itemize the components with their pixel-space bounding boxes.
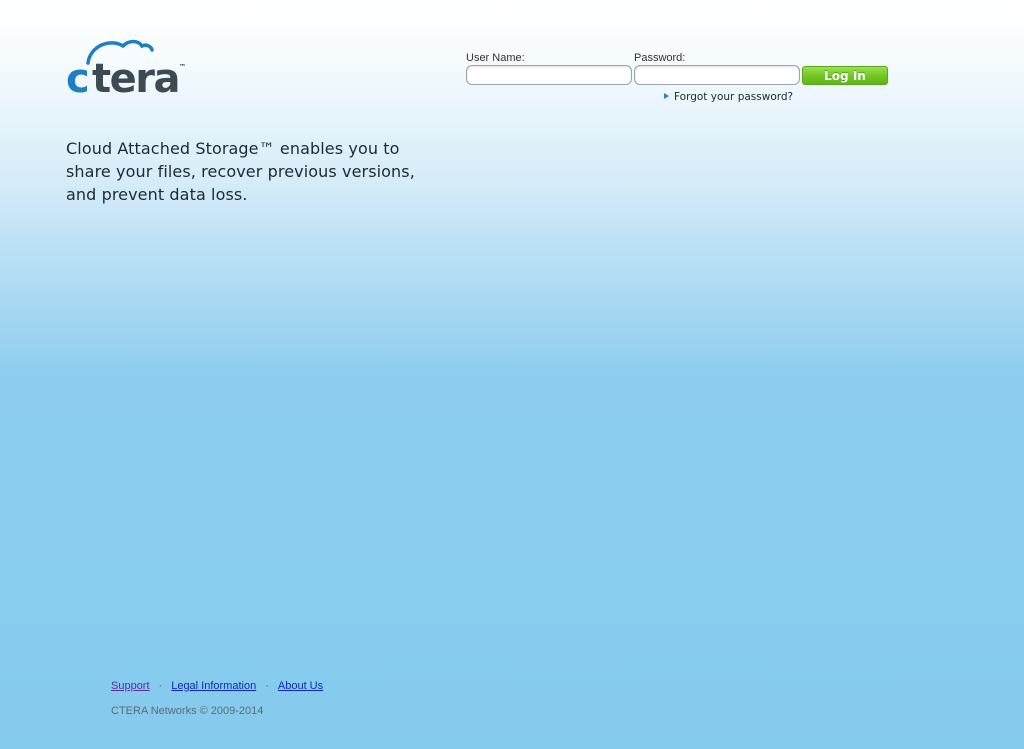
forgot-password-link[interactable]: Forgot your password? (664, 91, 793, 103)
ctera-logo-graphic: c tera ™ (66, 39, 186, 96)
legal-information-link[interactable]: Legal Information (171, 680, 256, 692)
svg-text:™: ™ (179, 63, 186, 71)
ctera-logo: c tera ™ (66, 36, 190, 96)
tagline: Cloud Attached Storage™ enables you to s… (66, 139, 415, 204)
support-link[interactable]: Support (111, 680, 150, 692)
play-arrow-icon (664, 93, 669, 99)
footer: Support · Legal Information · About Us CTERA… (111, 680, 323, 717)
username-label: User Name: (466, 52, 525, 64)
footer-links: Support · Legal Information · About Us (111, 680, 323, 692)
forgot-password-label: Forgot your password? (674, 91, 794, 103)
login-form: User Name: Password: Log In Forgot your … (466, 52, 896, 112)
login-button[interactable]: Log In (802, 66, 888, 85)
username-input[interactable] (466, 65, 632, 85)
svg-text:c: c (66, 56, 89, 96)
footer-separator: · (158, 680, 163, 692)
password-label: Password: (634, 52, 686, 64)
copyright-notice: CTERA Networks © 2009-2014 (111, 705, 264, 717)
password-input[interactable] (634, 65, 800, 85)
footer-separator: · (265, 680, 269, 692)
about-us-link[interactable]: About Us (278, 680, 323, 692)
svg-text:tera: tera (92, 56, 179, 96)
